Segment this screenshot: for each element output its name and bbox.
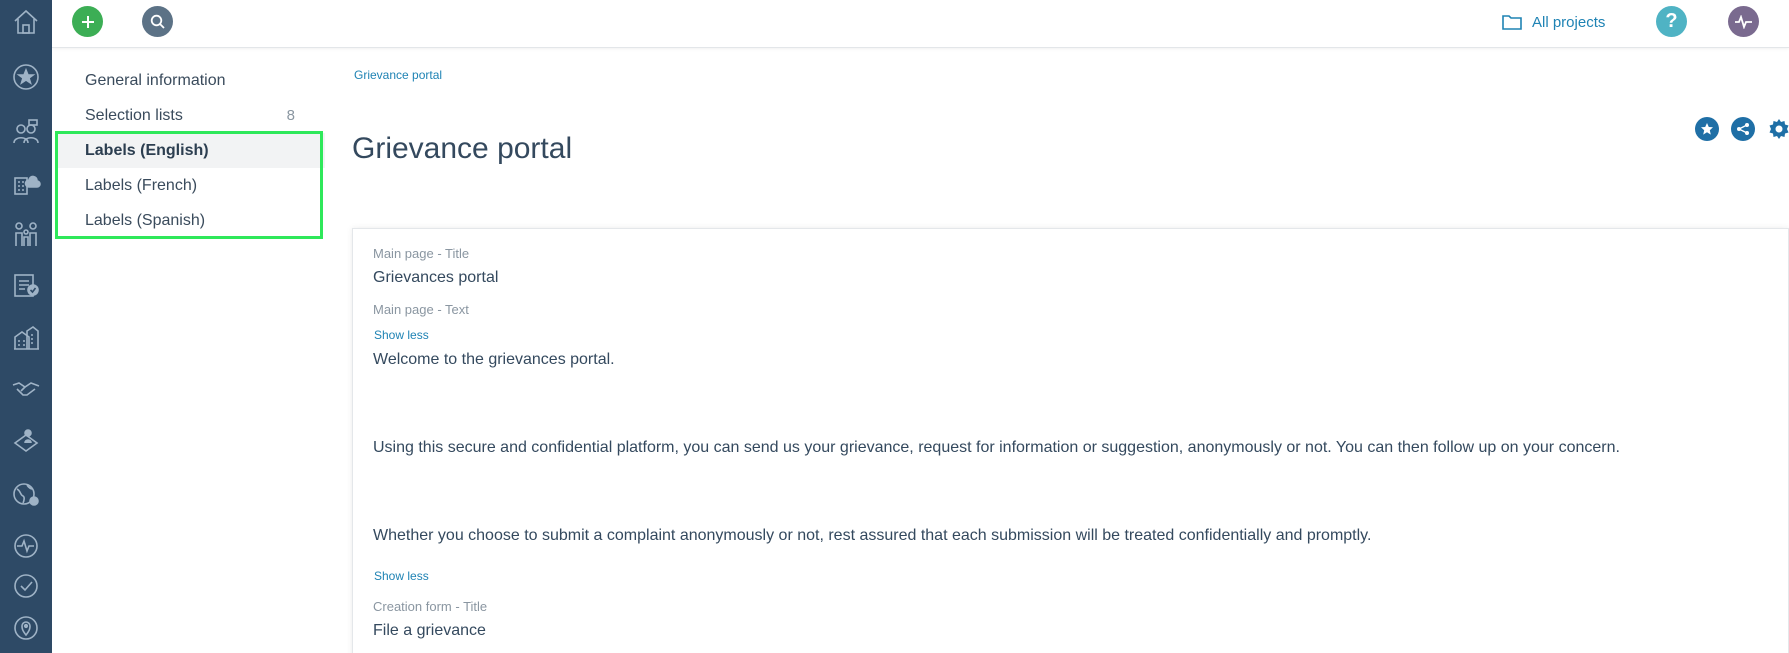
- checklist-icon[interactable]: [0, 265, 52, 305]
- settings-nav: General information Selection lists 8 La…: [55, 63, 325, 238]
- help-button[interactable]: ?: [1656, 6, 1687, 37]
- plus-icon: [81, 15, 94, 28]
- help-icon: ?: [1665, 10, 1678, 32]
- activity-icon: [1734, 14, 1752, 29]
- nav-item-label: Labels (French): [85, 176, 198, 194]
- globe-icon[interactable]: [0, 474, 52, 514]
- breadcrumb[interactable]: Grievance portal: [354, 68, 442, 82]
- gear-icon: [1769, 119, 1789, 139]
- field-label-main-text: Main page - Text: [373, 302, 469, 317]
- page-title: Grievance portal: [352, 132, 573, 165]
- nav-item-labels-spanish[interactable]: Labels (Spanish): [55, 203, 325, 238]
- location-person-icon[interactable]: [0, 420, 52, 460]
- nav-item-label: Labels (English): [85, 141, 209, 159]
- handshake-icon[interactable]: [0, 368, 52, 408]
- main-text-paragraph-1: Welcome to the grievances portal.: [373, 351, 615, 368]
- share-icon: [1737, 123, 1749, 135]
- home-icon[interactable]: [0, 2, 52, 42]
- field-value-main-title: Grievances portal: [373, 269, 499, 286]
- activity-icon[interactable]: [0, 526, 52, 566]
- settings-button[interactable]: [1767, 117, 1789, 141]
- all-projects-link[interactable]: All projects: [1502, 11, 1605, 33]
- search-button[interactable]: [142, 6, 173, 37]
- top-bar: All projects ?: [52, 0, 1789, 48]
- building-cloud-icon[interactable]: [0, 163, 52, 203]
- show-less-link[interactable]: Show less: [374, 569, 429, 583]
- title-actions: [1695, 117, 1789, 141]
- labels-card: Main page - Title Grievances portal Main…: [352, 228, 1789, 653]
- family-icon[interactable]: [0, 214, 52, 254]
- activity-button[interactable]: [1728, 6, 1759, 37]
- location-pin-icon[interactable]: [0, 608, 52, 648]
- search-icon: [150, 14, 165, 29]
- nav-item-label: General information: [85, 71, 226, 89]
- icon-rail: [0, 0, 52, 653]
- nav-item-labels-french[interactable]: Labels (French): [55, 168, 325, 203]
- people-icon[interactable]: [0, 112, 52, 152]
- main-text-paragraph-3: Whether you choose to submit a complaint…: [373, 527, 1372, 544]
- field-value-form-title: File a grievance: [373, 622, 486, 639]
- field-label-main-title: Main page - Title: [373, 246, 470, 261]
- star-icon[interactable]: [0, 57, 52, 97]
- star-icon: [1701, 123, 1713, 135]
- nav-item-label: Selection lists: [85, 106, 183, 124]
- check-circle-icon[interactable]: [0, 566, 52, 606]
- nav-item-selection-lists[interactable]: Selection lists 8: [55, 98, 325, 133]
- share-button[interactable]: [1731, 117, 1755, 141]
- nav-item-labels-english[interactable]: Labels (English): [55, 133, 325, 168]
- favorite-button[interactable]: [1695, 117, 1719, 141]
- nav-item-count: 8: [286, 107, 295, 124]
- all-projects-label: All projects: [1532, 13, 1606, 31]
- buildings-icon[interactable]: [0, 318, 52, 358]
- main-text-paragraph-2: Using this secure and confidential platf…: [373, 439, 1620, 456]
- nav-item-label: Labels (Spanish): [85, 211, 206, 229]
- field-label-form-title: Creation form - Title: [373, 599, 488, 614]
- add-button[interactable]: [72, 6, 103, 37]
- folder-icon: [1502, 15, 1522, 30]
- show-less-link[interactable]: Show less: [374, 328, 429, 342]
- nav-item-general-information[interactable]: General information: [55, 63, 325, 98]
